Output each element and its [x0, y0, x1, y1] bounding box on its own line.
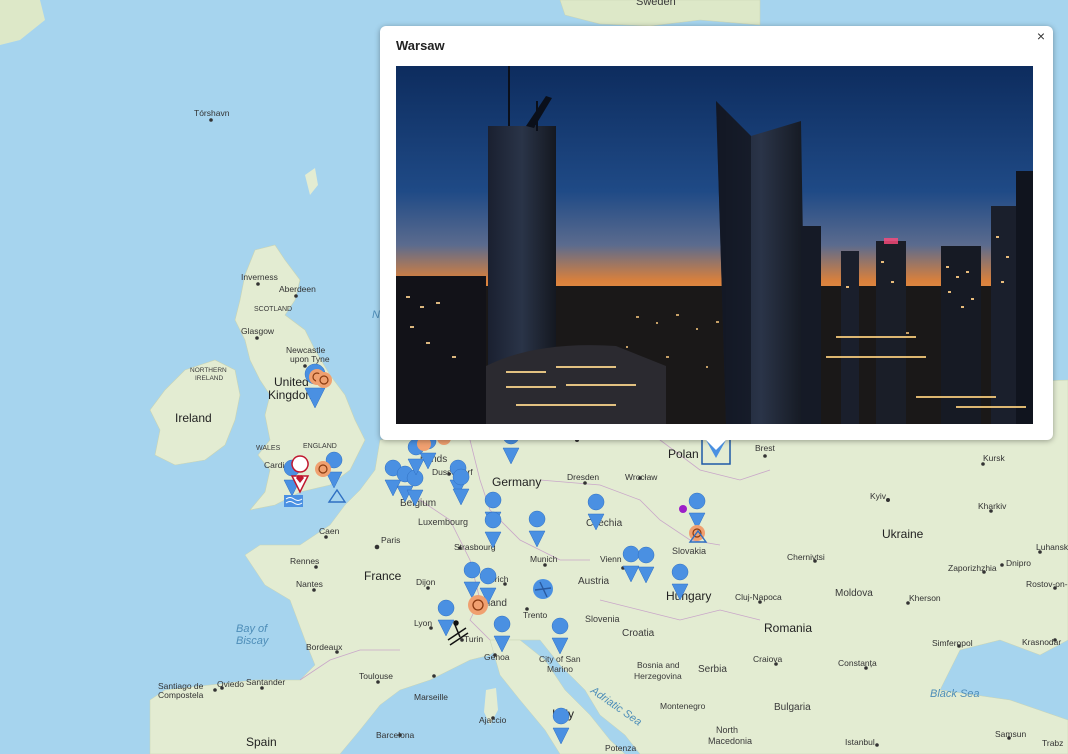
country-luxembourg: Luxembourg [418, 517, 468, 527]
country-north-macedonia: North [716, 725, 738, 735]
svg-text:Constanța: Constanța [838, 658, 877, 668]
svg-text:Barcelona: Barcelona [376, 730, 415, 740]
svg-text:Tórshavn: Tórshavn [194, 108, 230, 118]
svg-text:Craiova: Craiova [753, 654, 783, 664]
country-san-marino-2: Marino [547, 664, 573, 674]
svg-text:Kursk: Kursk [983, 453, 1005, 463]
country-sweden: Sweden [636, 0, 676, 8]
svg-text:Trabz: Trabz [1042, 738, 1063, 748]
country-bulgaria: Bulgaria [774, 702, 811, 713]
svg-text:Munich: Munich [530, 554, 558, 564]
close-icon[interactable]: × [1033, 28, 1049, 44]
hiking-marker[interactable] [468, 595, 488, 615]
svg-text:Aberdeen: Aberdeen [279, 284, 316, 294]
country-bosnia: Bosnia and [637, 660, 680, 670]
hiking-marker[interactable] [315, 461, 331, 477]
svg-text:Ajaccio: Ajaccio [479, 715, 507, 725]
popup-pointer [706, 440, 726, 450]
country-romania: Romania [764, 621, 812, 635]
svg-text:Toulouse: Toulouse [359, 671, 393, 681]
country-bosnia-2: Herzegovina [634, 671, 682, 681]
location-popup: Warsaw × [380, 26, 1053, 440]
svg-text:Caen: Caen [319, 526, 340, 536]
country-ukraine: Ukraine [882, 527, 924, 541]
country-moldova: Moldova [835, 588, 873, 599]
region-northern-ireland-2: IRELAND [195, 375, 223, 382]
region-england: ENGLAND [303, 443, 337, 450]
country-uk: United [274, 375, 309, 389]
popup-title: Warsaw [396, 38, 445, 53]
country-slovenia: Slovenia [585, 614, 620, 624]
svg-text:Kyiv: Kyiv [870, 491, 887, 501]
country-spain: Spain [246, 735, 277, 749]
svg-text:Nantes: Nantes [296, 579, 323, 589]
country-austria: Austria [578, 576, 610, 587]
svg-text:Krasnodar: Krasnodar [1022, 637, 1061, 647]
popup-photo [396, 66, 1033, 424]
svg-text:Vienn: Vienn [600, 554, 622, 564]
svg-text:Turin: Turin [464, 634, 483, 644]
svg-text:Potenza: Potenza [605, 743, 636, 753]
country-hungary: Hungary [666, 589, 711, 603]
svg-text:Dnipro: Dnipro [1006, 558, 1031, 568]
svg-text:Cluj-Napoca: Cluj-Napoca [735, 592, 782, 602]
region-wales: WALES [256, 445, 281, 452]
svg-text:Rennes: Rennes [290, 556, 319, 566]
sea-label-north-sea: N [372, 309, 380, 321]
svg-text:Lyon: Lyon [414, 618, 432, 628]
region-scotland: SCOTLAND [254, 306, 292, 313]
svg-text:Dresden: Dresden [567, 472, 599, 482]
country-north-macedonia-2: Macedonia [708, 736, 752, 746]
country-germany: Germany [492, 475, 541, 489]
svg-text:Wrocław: Wrocław [625, 472, 658, 482]
svg-text:upon Tyne: upon Tyne [290, 354, 330, 364]
sea-label-black-sea: Black Sea [930, 688, 980, 700]
svg-text:Zaporizhzhia: Zaporizhzhia [948, 563, 997, 573]
svg-text:Rostov-on-Don: Rostov-on-Don [1026, 579, 1068, 589]
region-northern-ireland: NORTHERN [190, 367, 227, 374]
svg-text:Compostela: Compostela [158, 690, 204, 700]
sea-label-biscay-2: Biscay [236, 635, 270, 647]
svg-text:Samsun: Samsun [995, 729, 1026, 739]
svg-text:Oviedo: Oviedo [217, 679, 244, 689]
svg-text:Luhansk: Luhansk [1036, 542, 1068, 552]
country-poland: Polan [668, 447, 699, 461]
purple-dot-marker[interactable] [679, 505, 687, 513]
svg-text:Paris: Paris [381, 535, 400, 545]
svg-text:Brest: Brest [755, 443, 775, 453]
country-switzerland: land [488, 598, 507, 609]
svg-text:Glasgow: Glasgow [241, 326, 275, 336]
svg-text:Strasbourg: Strasbourg [454, 542, 496, 552]
svg-text:Simferopol: Simferopol [932, 638, 973, 648]
svg-text:Kherson: Kherson [909, 593, 941, 603]
svg-text:Santander: Santander [246, 677, 285, 687]
hiking-marker[interactable] [316, 372, 332, 388]
country-slovakia: Slovakia [672, 546, 706, 556]
country-france: France [364, 569, 402, 583]
svg-text:Bordeaux: Bordeaux [306, 642, 343, 652]
country-montenegro: Montenegro [660, 701, 706, 711]
svg-text:Cardi: Cardi [264, 460, 284, 470]
svg-text:Kharkiv: Kharkiv [978, 501, 1007, 511]
country-serbia: Serbia [698, 664, 727, 675]
country-san-marino: City of San [539, 654, 581, 664]
svg-text:Genoa: Genoa [484, 652, 510, 662]
svg-text:Trento: Trento [523, 610, 548, 620]
kayak-icon[interactable] [533, 579, 553, 599]
svg-text:Dijon: Dijon [416, 577, 436, 587]
country-ireland: Ireland [175, 411, 212, 425]
water-icon[interactable] [284, 495, 303, 507]
country-croatia: Croatia [622, 628, 655, 639]
svg-text:Marseille: Marseille [414, 692, 448, 702]
sea-label-biscay: Bay of [236, 623, 268, 635]
svg-text:Chernivtsi: Chernivtsi [787, 552, 825, 562]
svg-text:Inverness: Inverness [241, 272, 278, 282]
svg-text:Istanbul: Istanbul [845, 737, 875, 747]
